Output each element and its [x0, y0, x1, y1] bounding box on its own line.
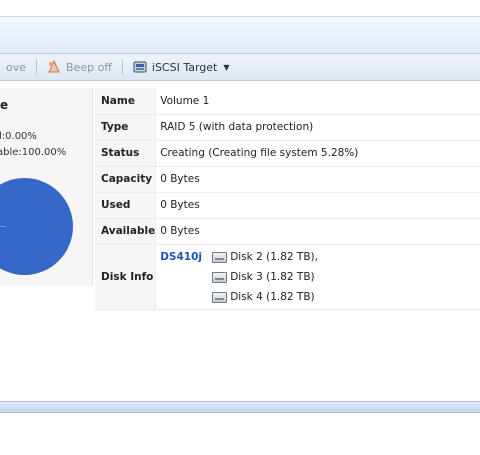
disk-item: Disk 3 (1.82 TB): [212, 269, 315, 286]
name-label: Name: [95, 88, 157, 115]
table-row: Status Creating (Creating file system 5.…: [95, 140, 480, 167]
beep-off-label: Beep off: [66, 60, 112, 74]
name-value: Volume 1: [155, 88, 480, 115]
table-row: Capacity 0 Bytes: [95, 166, 480, 193]
toolbar-separator: [121, 59, 123, 75]
iscsi-target-icon: [133, 61, 147, 73]
remove-button[interactable]: ove: [0, 57, 32, 78]
disk-label: Disk 2 (1.82 TB),: [230, 250, 318, 263]
hard-disk-icon: [212, 251, 228, 263]
available-label: Available: [95, 218, 157, 245]
nas-name-link[interactable]: DS410j: [160, 249, 212, 263]
chevron-down-icon: ▼: [223, 62, 230, 72]
type-label: Type: [95, 114, 157, 141]
iscsi-target-label: iSCSI Target: [151, 60, 218, 74]
capacity-value: 0 Bytes: [155, 166, 480, 193]
remove-label: ove: [6, 60, 27, 74]
window-top-area: [0, 0, 480, 16]
hard-disk-icon: [212, 291, 228, 303]
toolbar: ove Beep off iSCSI Target ▼: [0, 54, 480, 81]
table-row: Disk Info DS410j Disk 2 (1.82 TB), Disk …: [95, 244, 480, 310]
used-percentage: l:0.00%: [0, 131, 37, 142]
disk-label: Disk 4 (1.82 TB): [230, 290, 315, 303]
status-value: Creating (Creating file system 5.28%): [155, 140, 480, 167]
iscsi-target-dropdown[interactable]: iSCSI Target ▼: [127, 57, 236, 78]
table-row: Available 0 Bytes: [95, 218, 480, 245]
disk-item: Disk 2 (1.82 TB),: [212, 249, 318, 266]
disk-item: Disk 4 (1.82 TB): [212, 289, 315, 306]
type-value: RAID 5 (with data protection): [155, 114, 480, 141]
beep-off-button[interactable]: Beep off: [41, 57, 118, 78]
pie-tick: [0, 226, 6, 227]
panel-footer: [0, 401, 480, 413]
beep-off-icon: [48, 60, 60, 73]
table-row: Used 0 Bytes: [95, 192, 480, 219]
status-label: Status: [95, 140, 157, 167]
disk-list: Disk 2 (1.82 TB), Disk 3 (1.82 TB) Disk …: [212, 249, 418, 309]
disk-info-label: Disk Info: [95, 244, 157, 310]
table-row: Name Volume 1: [95, 88, 480, 115]
hard-disk-icon: [212, 271, 228, 283]
usage-panel-title: e: [0, 98, 9, 112]
toolbar-separator: [36, 59, 38, 75]
volume-details-table: Name Volume 1 Type RAID 5 (with data pro…: [95, 88, 480, 310]
disk-label: Disk 3 (1.82 TB): [230, 270, 315, 283]
panel-header: [0, 16, 480, 54]
disk-info-value: DS410j Disk 2 (1.82 TB), Disk 3 (1.82 TB…: [155, 244, 480, 310]
available-percentage: able:100.00%: [0, 147, 67, 158]
used-value: 0 Bytes: [155, 192, 480, 219]
volume-usage-panel: e l:0.00% able:100.00%: [0, 88, 93, 286]
available-value: 0 Bytes: [155, 218, 480, 245]
capacity-label: Capacity: [95, 166, 157, 193]
usage-pie-chart: [0, 178, 73, 275]
used-label: Used: [95, 192, 157, 219]
table-row: Type RAID 5 (with data protection): [95, 114, 480, 141]
